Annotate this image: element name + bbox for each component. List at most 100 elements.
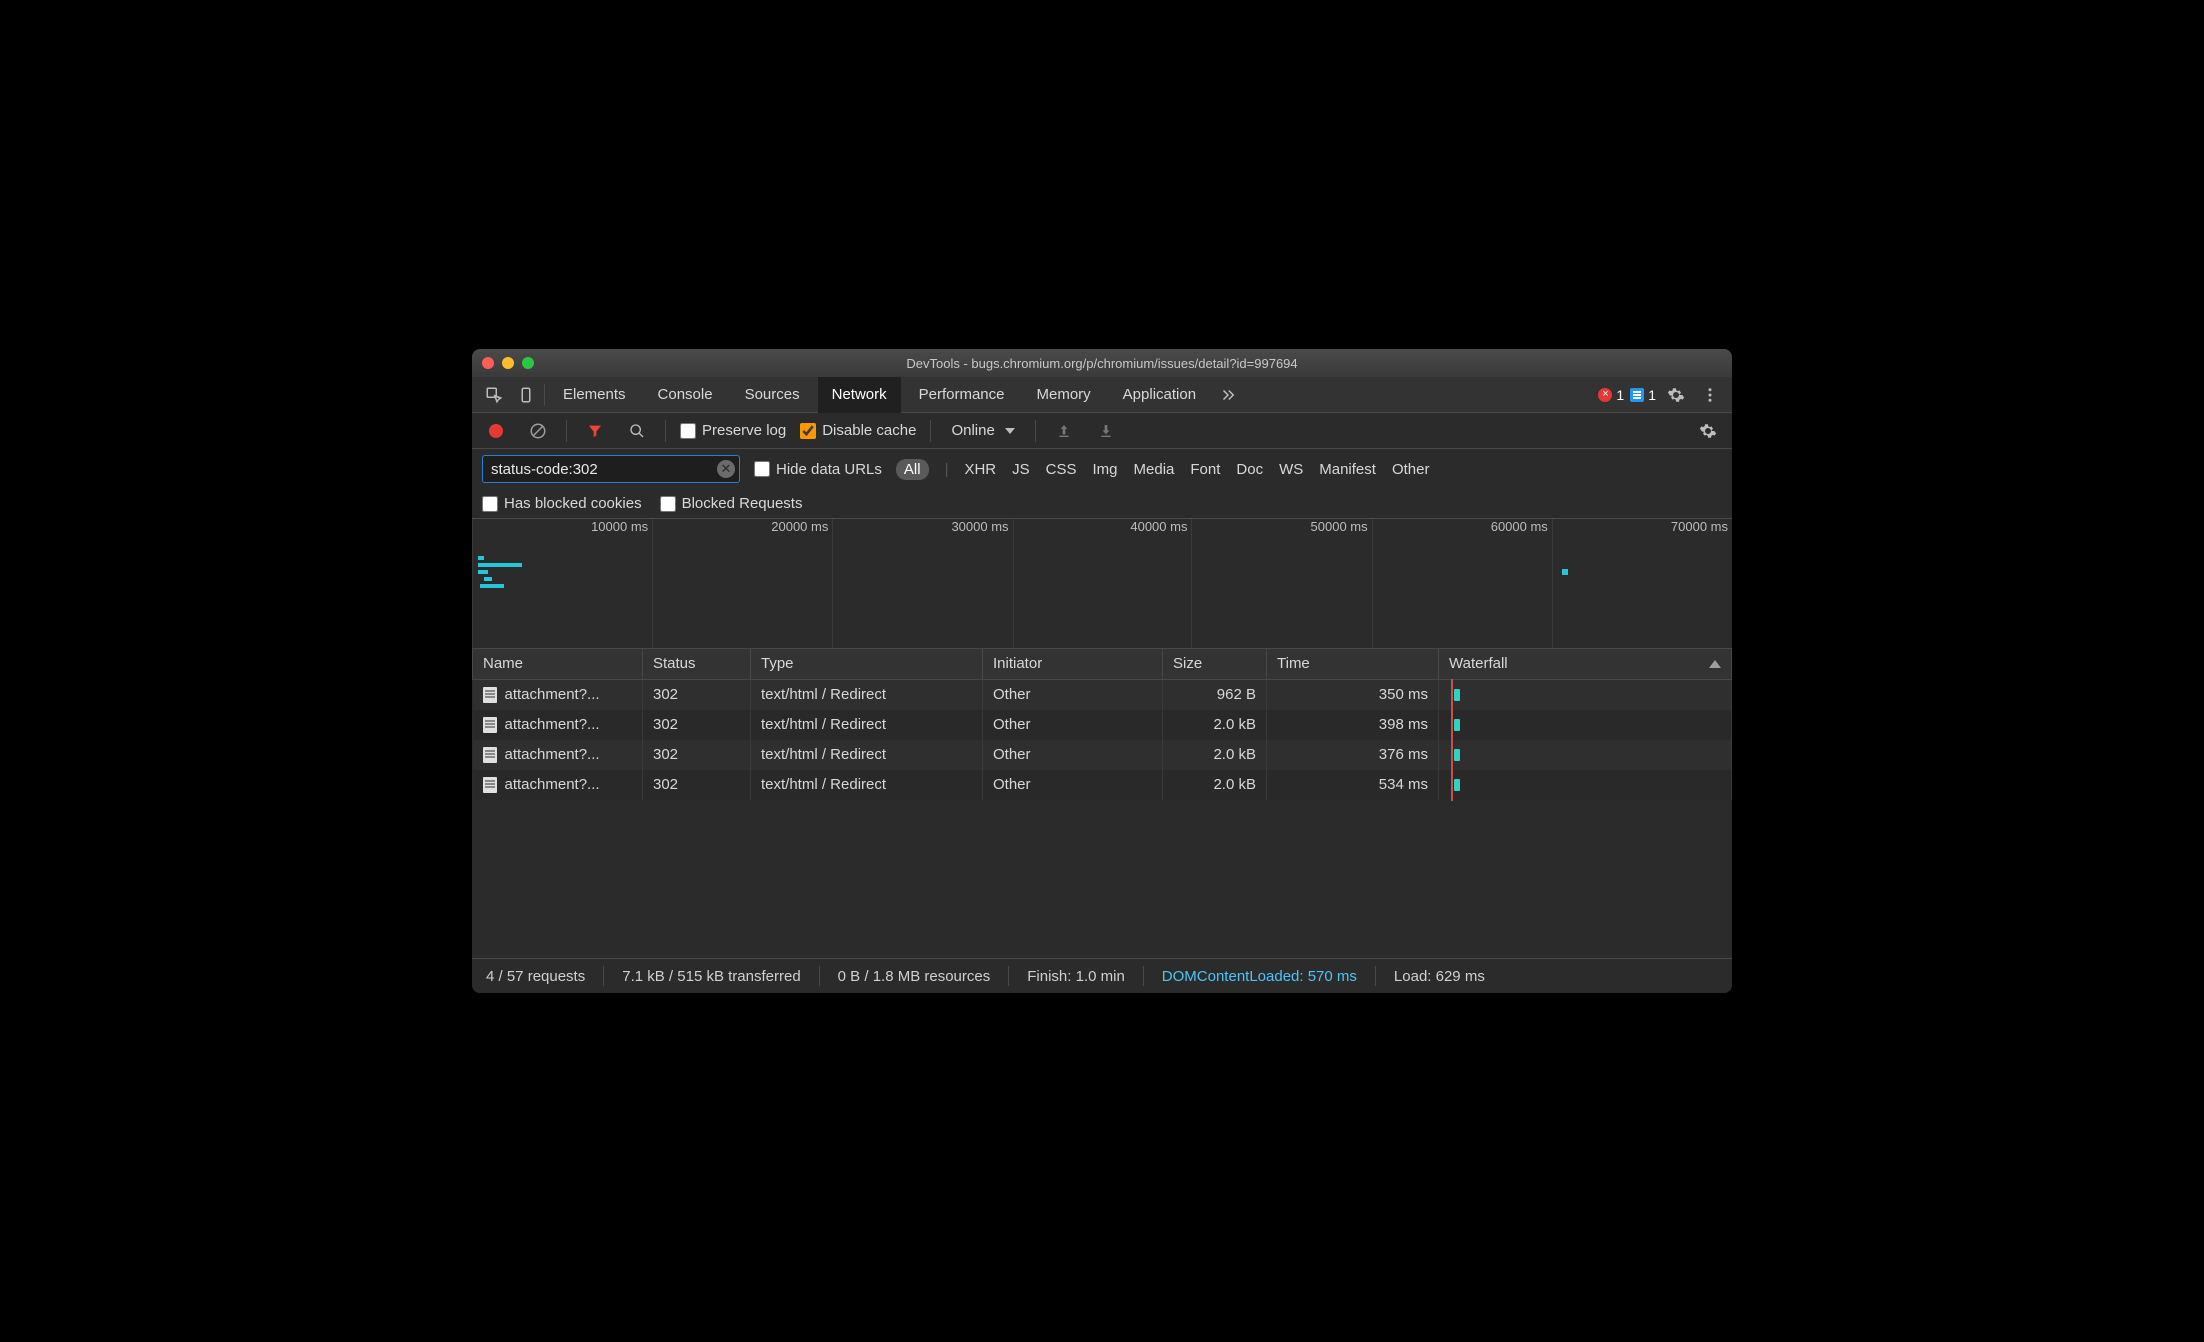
- window-title: DevTools - bugs.chromium.org/p/chromium/…: [472, 356, 1732, 371]
- network-settings-icon[interactable]: [1694, 417, 1722, 445]
- separator: [1008, 966, 1009, 986]
- col-header-type[interactable]: Type: [751, 649, 983, 679]
- tab-application[interactable]: Application: [1109, 377, 1210, 413]
- has-blocked-cookies-input[interactable]: [482, 496, 498, 512]
- type-all[interactable]: All: [896, 459, 929, 480]
- preserve-log-input[interactable]: [680, 423, 696, 439]
- more-icon[interactable]: [1696, 381, 1724, 409]
- overview-tick: 60000 ms: [1491, 519, 1552, 534]
- timeline-overview[interactable]: 10000 ms 20000 ms 30000 ms 40000 ms 5000…: [472, 519, 1732, 649]
- col-header-size[interactable]: Size: [1163, 649, 1267, 679]
- info-badge[interactable]: 1: [1630, 387, 1656, 403]
- type-other[interactable]: Other: [1392, 461, 1430, 478]
- file-icon: [483, 687, 497, 703]
- separator: [665, 420, 666, 442]
- table-row[interactable]: attachment?...302text/html / RedirectOth…: [473, 770, 1732, 800]
- hide-data-urls-checkbox[interactable]: Hide data URLs: [754, 461, 882, 478]
- pill-sep: |: [945, 461, 949, 478]
- type-css[interactable]: CSS: [1046, 461, 1077, 478]
- filter-input[interactable]: [491, 461, 717, 478]
- col-header-name[interactable]: Name: [473, 649, 643, 679]
- disable-cache-input[interactable]: [800, 423, 816, 439]
- request-type: text/html / Redirect: [751, 710, 983, 740]
- request-status: 302: [643, 740, 751, 770]
- disable-cache-label: Disable cache: [822, 422, 916, 439]
- col-header-time[interactable]: Time: [1267, 649, 1439, 679]
- type-js[interactable]: JS: [1012, 461, 1030, 478]
- table-row[interactable]: attachment?...302text/html / RedirectOth…: [473, 679, 1732, 710]
- tab-memory[interactable]: Memory: [1023, 377, 1105, 413]
- waterfall-cell: [1449, 685, 1721, 705]
- type-manifest[interactable]: Manifest: [1319, 461, 1376, 478]
- filter-input-wrap[interactable]: ✕: [482, 455, 740, 483]
- preserve-log-checkbox[interactable]: Preserve log: [680, 422, 786, 439]
- type-doc[interactable]: Doc: [1236, 461, 1263, 478]
- hide-data-urls-label: Hide data URLs: [776, 461, 882, 478]
- col-header-status[interactable]: Status: [643, 649, 751, 679]
- panel-tabs: Elements Console Sources Network Perform…: [472, 377, 1732, 413]
- settings-icon[interactable]: [1662, 381, 1690, 409]
- blocked-requests-label: Blocked Requests: [682, 495, 803, 512]
- waterfall-cell: [1449, 715, 1721, 735]
- file-icon: [483, 777, 497, 793]
- overview-tick: 30000 ms: [951, 519, 1012, 534]
- requests-table-wrap: Name Status Type Initiator Size Time Wat…: [472, 649, 1732, 959]
- blocked-requests-input[interactable]: [660, 496, 676, 512]
- request-type: text/html / Redirect: [751, 770, 983, 800]
- table-row[interactable]: attachment?...302text/html / RedirectOth…: [473, 740, 1732, 770]
- search-icon[interactable]: [623, 417, 651, 445]
- tab-console[interactable]: Console: [644, 377, 727, 413]
- type-img[interactable]: Img: [1093, 461, 1118, 478]
- clear-filter-icon[interactable]: ✕: [717, 460, 735, 478]
- overview-marker: [1562, 569, 1568, 575]
- status-transferred: 7.1 kB / 515 kB transferred: [622, 968, 800, 985]
- throttling-select[interactable]: Online: [945, 422, 1020, 439]
- filter-toggle-icon[interactable]: [581, 417, 609, 445]
- hide-data-urls-input[interactable]: [754, 461, 770, 477]
- type-media[interactable]: Media: [1134, 461, 1175, 478]
- blocked-requests-checkbox[interactable]: Blocked Requests: [660, 495, 803, 512]
- table-row[interactable]: attachment?...302text/html / RedirectOth…: [473, 710, 1732, 740]
- type-ws[interactable]: WS: [1279, 461, 1303, 478]
- has-blocked-cookies-checkbox[interactable]: Has blocked cookies: [482, 495, 642, 512]
- waterfall-cell: [1449, 775, 1721, 795]
- request-name: attachment?...: [505, 776, 600, 793]
- overview-tick: 40000 ms: [1130, 519, 1191, 534]
- inspect-element-icon[interactable]: [480, 381, 508, 409]
- record-button[interactable]: [482, 417, 510, 445]
- overview-tick: 20000 ms: [771, 519, 832, 534]
- request-time: 350 ms: [1267, 679, 1439, 710]
- tab-performance[interactable]: Performance: [905, 377, 1019, 413]
- tab-network[interactable]: Network: [818, 377, 901, 413]
- tabs-overflow-icon[interactable]: [1214, 381, 1242, 409]
- overview-tick: 70000 ms: [1671, 519, 1732, 534]
- error-icon: [1598, 388, 1612, 402]
- device-toolbar-icon[interactable]: [512, 381, 540, 409]
- window-zoom-button[interactable]: [522, 357, 534, 369]
- separator: [819, 966, 820, 986]
- col-header-waterfall[interactable]: Waterfall: [1439, 649, 1732, 679]
- type-xhr[interactable]: XHR: [964, 461, 996, 478]
- tab-elements[interactable]: Elements: [549, 377, 640, 413]
- overview-tick: 50000 ms: [1311, 519, 1372, 534]
- throttling-value: Online: [951, 422, 994, 439]
- window-close-button[interactable]: [482, 357, 494, 369]
- clear-button[interactable]: [524, 417, 552, 445]
- request-initiator: Other: [983, 710, 1163, 740]
- upload-har-icon[interactable]: [1050, 417, 1078, 445]
- separator: [566, 420, 567, 442]
- info-count: 1: [1648, 387, 1656, 403]
- window-minimize-button[interactable]: [502, 357, 514, 369]
- type-font[interactable]: Font: [1190, 461, 1220, 478]
- tab-sources[interactable]: Sources: [731, 377, 814, 413]
- preserve-log-label: Preserve log: [702, 422, 786, 439]
- request-status: 302: [643, 710, 751, 740]
- errors-count: 1: [1616, 387, 1624, 403]
- col-header-initiator[interactable]: Initiator: [983, 649, 1163, 679]
- request-size: 2.0 kB: [1163, 740, 1267, 770]
- errors-badge[interactable]: 1: [1598, 387, 1624, 403]
- download-har-icon[interactable]: [1092, 417, 1120, 445]
- request-initiator: Other: [983, 679, 1163, 710]
- disable-cache-checkbox[interactable]: Disable cache: [800, 422, 916, 439]
- status-load: Load: 629 ms: [1394, 968, 1485, 985]
